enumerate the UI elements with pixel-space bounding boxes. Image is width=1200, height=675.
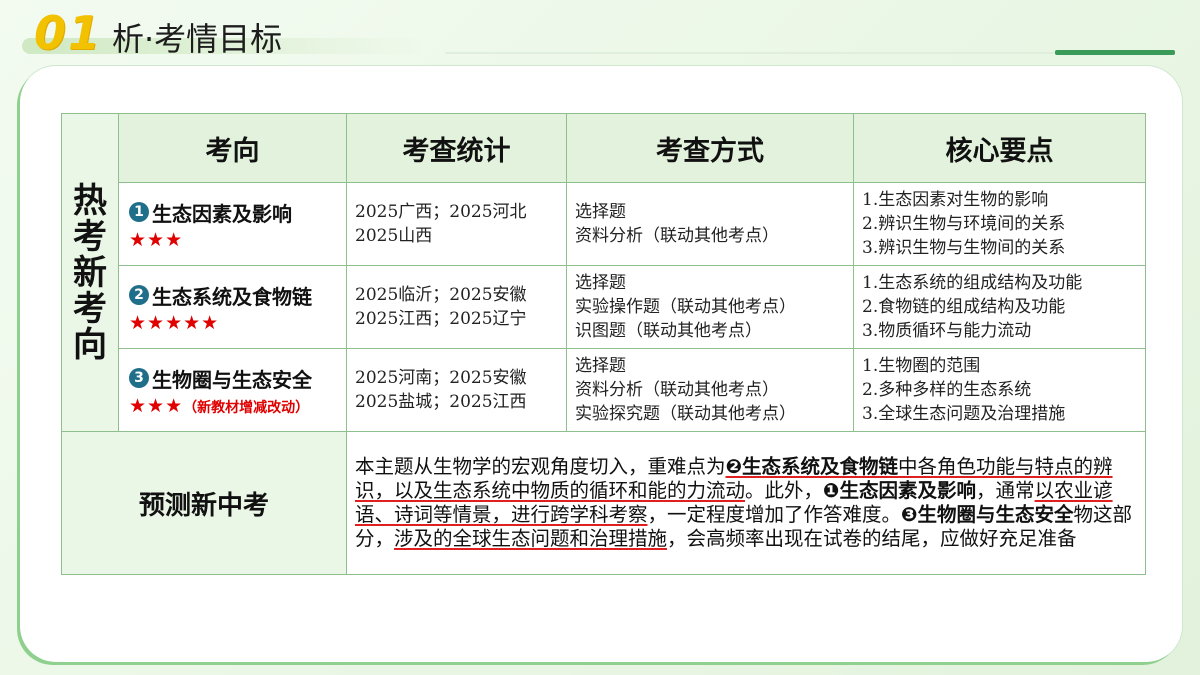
star-rating: ★★★ (129, 228, 184, 251)
section-number: 01 (34, 6, 103, 60)
stats-cell: 2025广西；2025河北 2025山西 (346, 182, 567, 266)
predict-paragraph: 本主题从生物学的宏观角度切入，重难点为❷生态系统及食物链中各角色功能与特点的辨识… (346, 431, 1146, 575)
col-header-method: 考查方式 (566, 113, 854, 183)
stats-text: 2025临沂；2025安徽 2025江西；2025辽宁 (355, 285, 527, 329)
stats-text: 2025广西；2025河北 2025山西 (355, 202, 527, 246)
col-header-direction: 考向 (118, 113, 347, 183)
star-rating: ★★★ (129, 394, 184, 417)
predict-row: 预测新中考 本主题从生物学的宏观角度切入，重难点为❷生态系统及食物链中各角色功能… (61, 431, 1146, 575)
method-text: 选择题 资料分析（联动其他考点） 实验探究题（联动其他考点） (575, 356, 796, 424)
table-row: 1 生态因素及影响 ★★★ 2025广西；2025河北 2025山西 选择题 资料… (62, 182, 1146, 266)
method-text: 选择题 资料分析（联动其他考点） (575, 202, 779, 246)
direction-cell: 2 生态系统及食物链 ★★★★★ (118, 265, 347, 349)
direction-name: 生态系统及食物链 (152, 284, 312, 309)
table-header-row: 热考新考向 考向 考查统计 考查方式 核心要点 (61, 113, 1146, 432)
highlight-topic-1: ❶生态因素及影响 (823, 479, 977, 502)
method-cell: 选择题 实验操作题（联动其他考点） 识图题（联动其他考点） (566, 265, 854, 349)
method-cell: 选择题 资料分析（联动其他考点） (566, 182, 854, 266)
method-cell: 选择题 资料分析（联动其他考点） 实验探究题（联动其他考点） (566, 348, 854, 432)
direction-cell: 3 生物圈与生态安全 ★★★（新教材增减改动） (118, 348, 347, 432)
number-badge-icon: 1 (129, 202, 149, 222)
keypoints-text: 1.生态因素对生物的影响 2.辨识生物与环境间的关系 3.辨识生物与生物间的关系 (862, 190, 1066, 258)
predict-label: 预测新中考 (61, 431, 347, 575)
direction-name: 生物圈与生态安全 (152, 367, 312, 392)
keypoints-cell: 1.生态系统的组成结构及功能 2.食物链的组成结构及功能 3.物质循环与能力流动 (853, 265, 1146, 349)
header-accent (1055, 50, 1175, 55)
direction-cell: 1 生态因素及影响 ★★★ (118, 182, 347, 266)
highlight-topic-3: ❸生物圈与生态安全 (901, 503, 1074, 526)
method-text: 选择题 实验操作题（联动其他考点） 识图题（联动其他考点） (575, 273, 796, 341)
highlight-topic-2: ❷生态系统及食物链 (725, 455, 899, 478)
keypoints-text: 1.生物圈的范围 2.多种多样的生态系统 3.全球生态问题及治理措施 (862, 356, 1066, 424)
keypoints-text: 1.生态系统的组成结构及功能 2.食物链的组成结构及功能 3.物质循环与能力流动 (862, 273, 1083, 341)
keypoints-cell: 1.生物圈的范围 2.多种多样的生态系统 3.全球生态问题及治理措施 (853, 348, 1146, 432)
change-note: （新教材增减改动） (183, 399, 310, 416)
keypoints-cell: 1.生态因素对生物的影响 2.辨识生物与环境间的关系 3.辨识生物与生物间的关系 (853, 182, 1146, 266)
side-label-cell: 热考新考向 (61, 113, 119, 432)
direction-name: 生态因素及影响 (152, 201, 292, 226)
table-row: 2 生态系统及食物链 ★★★★★ 2025临沂；2025安徽 2025江西；202… (62, 265, 1146, 349)
col-header-keypoints: 核心要点 (853, 113, 1146, 183)
star-rating: ★★★★★ (129, 311, 220, 334)
stats-cell: 2025临沂；2025安徽 2025江西；2025辽宁 (346, 265, 567, 349)
stats-cell: 2025河南；2025安徽 2025盐城；2025江西 (346, 348, 567, 432)
side-label: 热考新考向 (73, 180, 107, 365)
exam-table: 热考新考向 考向 考查统计 考查方式 核心要点 1 生态因素及影响 ★★★ 202… (61, 113, 1146, 575)
section-title: 析·考情目标 (112, 20, 283, 58)
col-header-stats: 考查统计 (346, 113, 567, 183)
number-badge-icon: 3 (129, 368, 149, 388)
stats-text: 2025河南；2025安徽 2025盐城；2025江西 (355, 368, 527, 412)
table-row: 3 生物圈与生态安全 ★★★（新教材增减改动） 2025河南；2025安徽 202… (62, 348, 1146, 432)
number-badge-icon: 2 (129, 285, 149, 305)
